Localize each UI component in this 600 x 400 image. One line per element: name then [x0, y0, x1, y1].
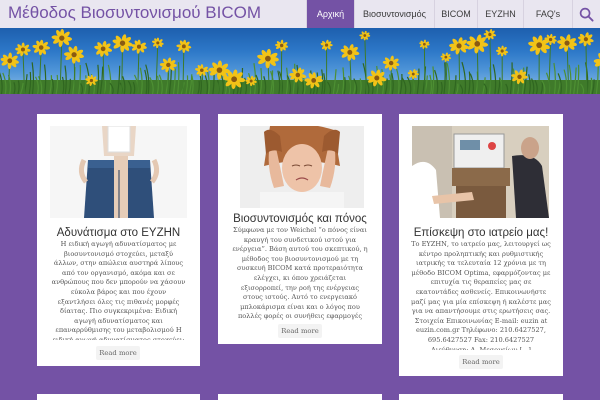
post-excerpt: Το ΕΥΖΗΝ, το ιατρείο μας, λειτουργεί ως … [411, 240, 551, 350]
header-banner-image [0, 28, 600, 94]
post-excerpt: Η ειδική αγωγή αδυνατίσματος με βιοσυντο… [51, 240, 186, 340]
post-card-clinic-visit: Επίσκεψη στο ιατρείο μας! Το ΕΥΖΗΝ, το ι… [399, 114, 563, 376]
post-card-partial [37, 394, 200, 400]
main-menu: Αρχική Βιοσυντονισμός BICOM EYZHN FAQ's [306, 0, 572, 28]
post-title[interactable]: Επίσκεψη στο ιατρείο μας! [399, 227, 563, 239]
post-card-pain: Βιοσυντονισμός και πόνος Σύμφωνα με τον … [218, 114, 382, 344]
post-title[interactable]: Βιοσυντονισμός και πόνος [218, 213, 382, 225]
read-more-button[interactable]: Read more [96, 346, 140, 360]
nav-item-faqs[interactable]: FAQ's [523, 0, 572, 28]
post-thumbnail-clinic-visit[interactable] [412, 126, 549, 218]
post-thumbnail-weight-loss[interactable] [50, 126, 187, 218]
search-button[interactable] [572, 0, 600, 28]
site-title[interactable]: Μέθοδος Βιοσυντονισμού BICOM [8, 3, 261, 23]
post-thumbnail-pain[interactable] [240, 126, 364, 208]
post-card-partial [218, 394, 382, 400]
nav-item-bicom[interactable]: BICOM [434, 0, 477, 28]
search-icon [579, 7, 594, 22]
nav-item-eyzhn[interactable]: EYZHN [477, 0, 523, 28]
read-more-button[interactable]: Read more [278, 324, 322, 338]
post-title[interactable]: Αδυνάτισμα στο ΕΥΖΗΝ [37, 227, 200, 239]
post-card-partial [399, 394, 563, 400]
nav-item-home[interactable]: Αρχική [306, 0, 354, 28]
post-card-weight-loss: Αδυνάτισμα στο ΕΥΖΗΝ Η ειδική αγωγή αδυν… [37, 114, 200, 366]
nav-item-bioresonance[interactable]: Βιοσυντονισμός [354, 0, 434, 28]
post-excerpt: Σύμφωνα με τον Weichel “ο πόνος είναι κρ… [232, 226, 368, 322]
read-more-button[interactable]: Read more [459, 355, 503, 369]
top-navigation-bar: Μέθοδος Βιοσυντονισμού BICOM Αρχική Βιοσ… [0, 0, 600, 28]
